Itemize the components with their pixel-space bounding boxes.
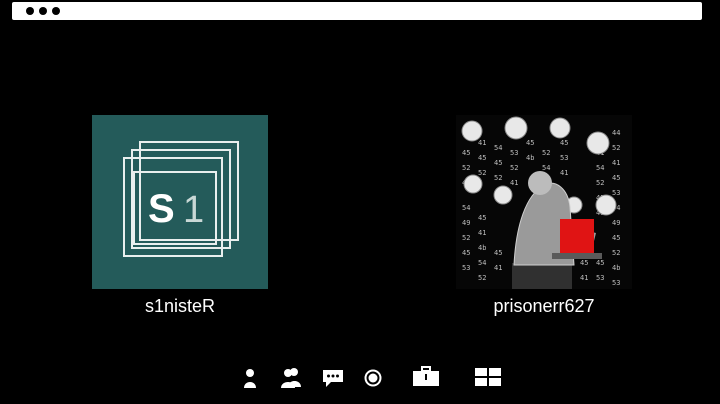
svg-text:44: 44 xyxy=(612,129,620,137)
svg-text:4b: 4b xyxy=(478,244,486,252)
svg-text:45: 45 xyxy=(462,249,470,257)
svg-text:45: 45 xyxy=(462,149,470,157)
svg-text:45: 45 xyxy=(596,259,604,267)
svg-text:53: 53 xyxy=(612,189,620,197)
svg-text:53: 53 xyxy=(510,149,518,157)
svg-text:52: 52 xyxy=(596,179,604,187)
window-control-dot[interactable] xyxy=(52,7,60,15)
svg-text:52: 52 xyxy=(542,149,550,157)
svg-text:54: 54 xyxy=(596,164,604,172)
svg-text:53: 53 xyxy=(596,274,604,282)
svg-text:4b: 4b xyxy=(526,154,534,162)
participant-name: prisonerr627 xyxy=(493,296,595,316)
svg-text:52: 52 xyxy=(478,169,486,177)
svg-text:41: 41 xyxy=(612,159,620,167)
svg-text:45: 45 xyxy=(560,139,568,147)
window-titlebar xyxy=(12,2,702,20)
grid-icon[interactable] xyxy=(474,364,502,392)
svg-text:54: 54 xyxy=(462,204,470,212)
svg-text:45: 45 xyxy=(478,154,486,162)
svg-text:45: 45 xyxy=(494,159,502,167)
svg-text:54: 54 xyxy=(478,259,486,267)
chat-icon[interactable] xyxy=(321,364,345,392)
svg-text:41: 41 xyxy=(494,264,502,272)
avatar-letter: S xyxy=(148,187,175,231)
svg-text:45: 45 xyxy=(580,259,588,267)
svg-text:41: 41 xyxy=(510,179,518,187)
briefcase-icon[interactable] xyxy=(411,364,441,392)
avatar: 45 52 41 54 49 52 45 53 41 45 52 45 41 4b 54 52 54… xyxy=(456,115,632,289)
svg-text:52: 52 xyxy=(494,174,502,182)
svg-text:52: 52 xyxy=(478,274,486,282)
svg-text:45: 45 xyxy=(526,139,534,147)
window-control-dot[interactable] xyxy=(26,7,34,15)
svg-text:53: 53 xyxy=(560,154,568,162)
svg-text:45: 45 xyxy=(494,249,502,257)
svg-text:52: 52 xyxy=(510,164,518,172)
svg-text:4b: 4b xyxy=(612,264,620,272)
svg-text:49: 49 xyxy=(462,219,470,227)
svg-text:45: 45 xyxy=(478,214,486,222)
svg-text:53: 53 xyxy=(612,279,620,287)
participant-tile-prisonerr627[interactable]: 45 52 41 54 49 52 45 53 41 45 52 45 41 4b 54 52 54… xyxy=(456,115,632,289)
svg-text:52: 52 xyxy=(612,249,620,257)
participant-tile-s1nister[interactable]: S 1 xyxy=(92,115,268,289)
avatar: S 1 xyxy=(92,115,268,289)
svg-text:41: 41 xyxy=(580,274,588,282)
people-icon[interactable] xyxy=(280,364,302,392)
svg-text:52: 52 xyxy=(612,144,620,152)
window-control-dot[interactable] xyxy=(39,7,47,15)
avatar-digit: 1 xyxy=(183,189,204,231)
call-toolbar xyxy=(0,364,720,394)
svg-text:53: 53 xyxy=(462,264,470,272)
svg-text:45: 45 xyxy=(612,234,620,242)
svg-text:45: 45 xyxy=(612,174,620,182)
svg-text:54: 54 xyxy=(542,164,550,172)
svg-text:41: 41 xyxy=(478,139,486,147)
person-icon[interactable] xyxy=(242,364,258,392)
svg-text:41: 41 xyxy=(478,229,486,237)
participant-name: s1nisteR xyxy=(144,296,216,316)
svg-text:49: 49 xyxy=(612,219,620,227)
svg-text:52: 52 xyxy=(462,164,470,172)
svg-text:54: 54 xyxy=(494,144,502,152)
record-icon[interactable] xyxy=(363,364,383,392)
svg-text:41: 41 xyxy=(560,169,568,177)
svg-text:52: 52 xyxy=(462,234,470,242)
